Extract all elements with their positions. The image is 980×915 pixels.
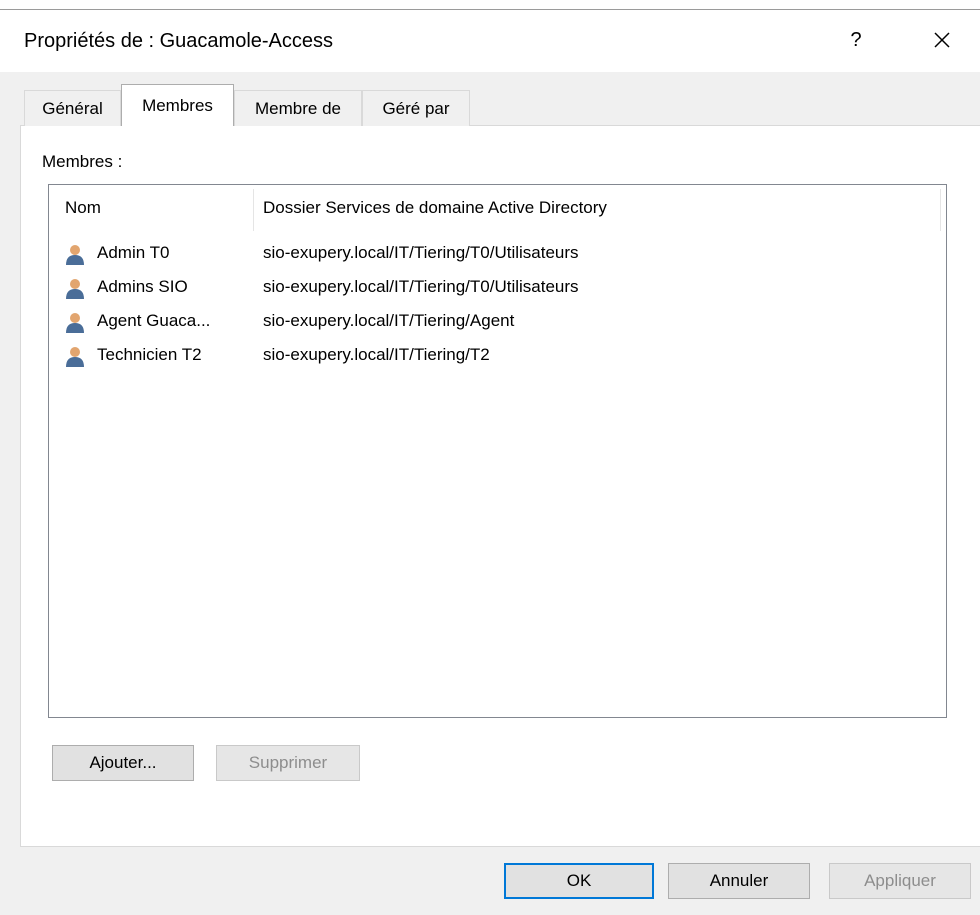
list-item[interactable]: Technicien T2 sio-exupery.local/IT/Tieri… xyxy=(49,339,946,373)
close-icon xyxy=(934,32,950,48)
column-header-folder[interactable]: Dossier Services de domaine Active Direc… xyxy=(254,185,940,231)
tab-members[interactable]: Membres xyxy=(121,84,234,126)
member-folder: sio-exupery.local/IT/Tiering/T0/Utilisat… xyxy=(263,277,579,296)
member-folder: sio-exupery.local/IT/Tiering/Agent xyxy=(263,311,515,330)
column-divider[interactable] xyxy=(940,189,941,231)
member-name: Technicien T2 xyxy=(97,345,202,364)
list-item[interactable]: Agent Guaca... sio-exupery.local/IT/Tier… xyxy=(49,305,946,339)
apply-button[interactable]: Appliquer xyxy=(829,863,971,899)
member-folder: sio-exupery.local/IT/Tiering/T2 xyxy=(263,345,490,364)
list-item[interactable]: Admins SIO sio-exupery.local/IT/Tiering/… xyxy=(49,271,946,305)
member-name: Admin T0 xyxy=(97,243,170,262)
cancel-button[interactable]: Annuler xyxy=(668,863,810,899)
tab-general[interactable]: Général xyxy=(24,90,121,126)
add-member-button[interactable]: Ajouter... xyxy=(52,745,194,781)
window-title: Propriétés de : Guacamole-Access xyxy=(24,30,334,52)
user-icon xyxy=(66,313,84,333)
member-folder: sio-exupery.local/IT/Tiering/T0/Utilisat… xyxy=(263,243,579,262)
member-name: Admins SIO xyxy=(97,277,188,296)
close-button[interactable] xyxy=(920,22,964,58)
title-bar: Propriétés de : Guacamole-Access ? xyxy=(0,10,980,72)
column-header-name[interactable]: Nom xyxy=(49,185,253,231)
user-icon xyxy=(66,347,84,367)
tab-managed-by[interactable]: Géré par xyxy=(362,90,470,126)
help-button[interactable]: ? xyxy=(836,22,876,58)
tab-member-of[interactable]: Membre de xyxy=(234,90,362,126)
member-name: Agent Guaca... xyxy=(97,311,211,330)
members-label: Membres : xyxy=(42,152,123,171)
ok-button[interactable]: OK xyxy=(504,863,654,899)
remove-member-button[interactable]: Supprimer xyxy=(216,745,360,781)
list-item[interactable]: Admin T0 sio-exupery.local/IT/Tiering/T0… xyxy=(49,237,946,271)
members-list[interactable]: Nom Dossier Services de domaine Active D… xyxy=(48,184,947,718)
window-top-edge xyxy=(0,0,980,10)
user-icon xyxy=(66,245,84,265)
user-icon xyxy=(66,279,84,299)
